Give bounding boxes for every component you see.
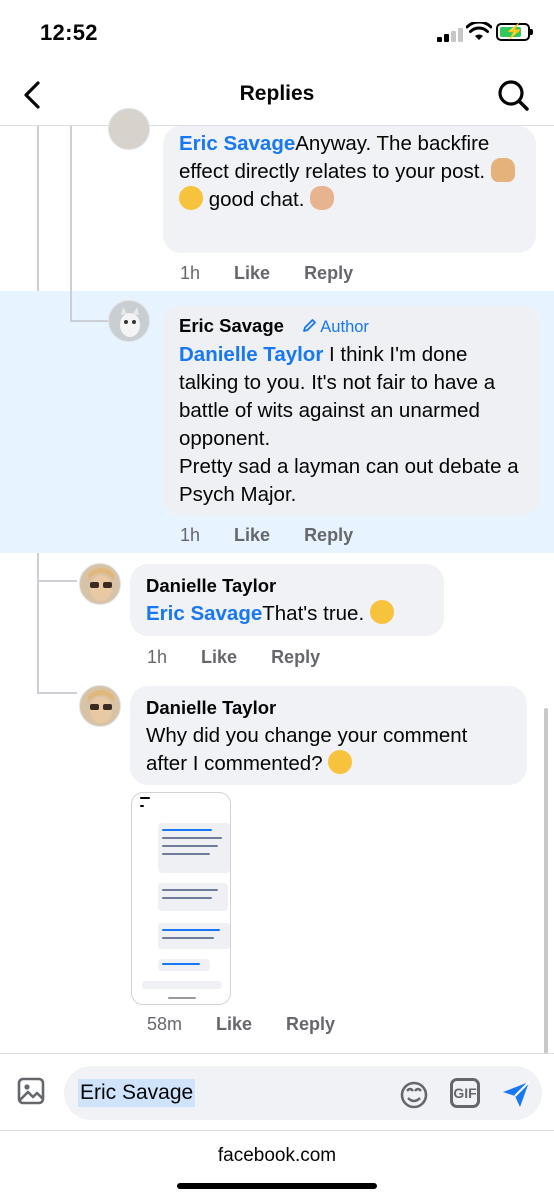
sticker-icon[interactable] <box>398 1078 430 1110</box>
yawning-face-emoji-icon <box>179 186 203 210</box>
comment-timestamp: 1h <box>147 647 168 667</box>
url-text[interactable]: facebook.com <box>0 1145 554 1167</box>
thumb-url <box>168 997 196 999</box>
battery-icon: ⚡ <box>496 23 530 41</box>
tears-of-joy-emoji-icon <box>328 750 353 774</box>
thumb-bubble <box>158 923 230 949</box>
thumb-bubble <box>158 959 210 971</box>
thumb-text <box>162 929 220 931</box>
reply-button[interactable]: Reply <box>286 1014 335 1034</box>
winking-face-emoji-icon <box>369 600 394 624</box>
comment-text-line: Danielle Taylor I think I'm done talking… <box>179 341 524 453</box>
shrugging-person-emoji-icon <box>490 158 515 182</box>
nav-bar: Replies <box>0 66 554 126</box>
comment-composer: Eric Savage GIF <box>0 1053 554 1131</box>
avatar[interactable] <box>79 685 121 727</box>
profile-photo-icon <box>88 568 114 601</box>
comment-timestamp: 1h <box>180 263 201 283</box>
thumb-text <box>162 845 218 847</box>
mention-link[interactable]: Eric Savage <box>179 132 295 155</box>
author-name[interactable]: Eric Savage <box>179 313 284 339</box>
reply-button[interactable]: Reply <box>271 647 320 667</box>
comment-timestamp: 1h <box>180 525 201 545</box>
comment-text-line: Pretty sad a layman can out debate a Psy… <box>179 455 519 506</box>
author-badge: Author <box>302 313 369 341</box>
avatar[interactable] <box>108 108 150 150</box>
thread-connector-1 <box>70 126 72 320</box>
comment-input-value[interactable]: Eric Savage <box>78 1079 196 1107</box>
status-bar: 12:52 ⚡ <box>0 0 554 66</box>
comment-bubble: Eric SavageAnyway. The backfire effect d… <box>163 126 536 253</box>
home-indicator[interactable] <box>177 1183 377 1189</box>
attached-screenshot[interactable] <box>131 792 231 1005</box>
comment-actions: 1h Like Reply <box>147 647 320 668</box>
comment-timestamp: 58m <box>147 1014 183 1034</box>
comment-actions: 58m Like Reply <box>147 1014 335 1035</box>
thread-connector-3 <box>37 692 77 694</box>
comment-bubble: Eric Savage Author Danielle Taylor I thi… <box>163 306 540 516</box>
send-icon[interactable] <box>500 1078 532 1110</box>
mention-link[interactable]: Eric Savage <box>146 602 262 625</box>
battery-tip <box>530 29 533 35</box>
status-time: 12:52 <box>40 20 98 45</box>
mention-link[interactable]: Danielle Taylor <box>179 343 323 366</box>
avatar[interactable] <box>108 300 150 342</box>
thumb-text <box>162 829 212 831</box>
thumb-text <box>162 937 214 939</box>
thumb-text <box>162 963 200 965</box>
thumb-text <box>162 853 210 855</box>
thumb-text <box>162 889 218 891</box>
thumb-back <box>140 805 144 807</box>
scrollbar[interactable] <box>544 708 548 1073</box>
comment-text: Why did you change your comment after I … <box>146 724 468 775</box>
comment-bubble: Danielle Taylor Eric SavageThat's true. <box>130 564 444 636</box>
dog-photo-icon <box>120 307 140 337</box>
wifi-icon <box>466 22 492 40</box>
search-icon[interactable] <box>496 78 530 112</box>
waving-hand-emoji-icon <box>310 186 335 210</box>
reply-button[interactable]: Reply <box>304 525 353 545</box>
comment-text-line: good chat. <box>179 186 520 214</box>
thumb-status <box>140 797 150 799</box>
pencil-icon <box>302 319 316 332</box>
comment-actions: 1h Like Reply <box>180 263 353 284</box>
comment-text-line: Why did you change your comment after I … <box>146 722 511 778</box>
comment-header: Eric Savage Author <box>179 312 524 341</box>
avatar[interactable] <box>79 563 121 605</box>
gif-icon[interactable]: GIF <box>450 1078 480 1108</box>
comment-text-line: Eric SavageAnyway. The backfire effect d… <box>179 130 520 186</box>
page-title: Replies <box>239 82 315 105</box>
comment-text-line: Eric SavageThat's true. <box>146 600 428 627</box>
comment-input[interactable]: Eric Savage GIF <box>64 1066 542 1120</box>
like-button[interactable]: Like <box>201 647 237 667</box>
thread-connector-1b <box>70 320 108 322</box>
like-button[interactable]: Like <box>234 263 270 283</box>
comment-text: good chat. <box>208 188 305 211</box>
comment-actions: 1h Like Reply <box>180 525 353 546</box>
cellular-signal-icon <box>437 27 467 42</box>
comment-text: That's true. <box>262 602 365 625</box>
thumb-composer <box>142 981 222 989</box>
profile-photo-icon <box>88 690 114 723</box>
browser-url-bar: facebook.com <box>0 1131 554 1199</box>
thumb-text <box>162 897 212 899</box>
thread-connector-2 <box>37 580 77 582</box>
photo-icon[interactable] <box>16 1076 46 1106</box>
comment-bubble: Danielle Taylor Why did you change your … <box>130 686 527 785</box>
thumb-text <box>162 837 222 839</box>
like-button[interactable]: Like <box>216 1014 252 1034</box>
like-button[interactable]: Like <box>234 525 270 545</box>
author-badge-label: Author <box>320 318 369 336</box>
author-name[interactable]: Danielle Taylor <box>146 573 276 599</box>
author-name[interactable]: Danielle Taylor <box>146 695 276 721</box>
reply-button[interactable]: Reply <box>304 263 353 283</box>
